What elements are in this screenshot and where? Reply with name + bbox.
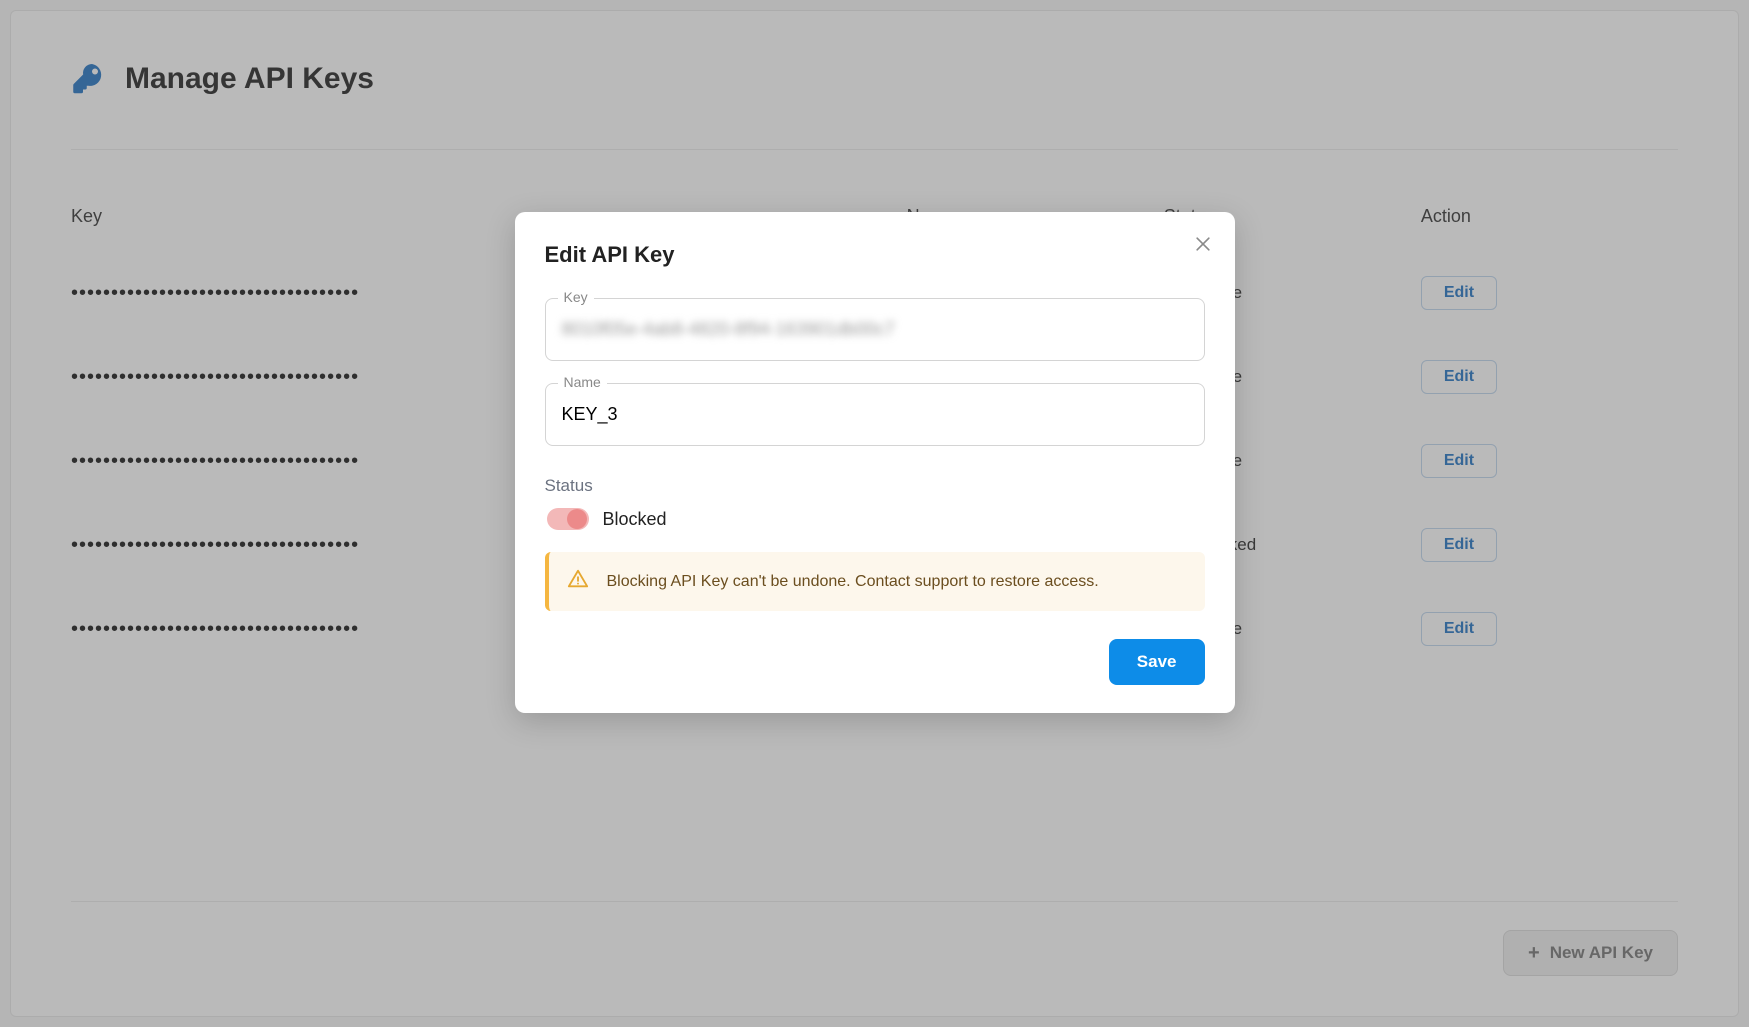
warning-banner: Blocking API Key can't be undone. Contac…	[545, 552, 1205, 611]
edit-api-key-modal: Edit API Key Key Name Status Blocked	[515, 212, 1235, 713]
toggle-thumb	[567, 509, 587, 529]
name-field-label: Name	[558, 374, 607, 390]
save-button[interactable]: Save	[1109, 639, 1205, 685]
status-section-label: Status	[545, 476, 1205, 496]
name-field: Name	[545, 383, 1205, 446]
warning-text: Blocking API Key can't be undone. Contac…	[607, 573, 1099, 591]
close-icon[interactable]	[1189, 230, 1217, 258]
modal-title: Edit API Key	[545, 242, 1205, 268]
modal-overlay[interactable]: Edit API Key Key Name Status Blocked	[0, 0, 1749, 1027]
warning-icon	[567, 568, 589, 595]
status-toggle[interactable]	[547, 508, 589, 530]
key-field: Key	[545, 298, 1205, 361]
status-toggle-label: Blocked	[603, 509, 667, 530]
key-input	[560, 299, 1190, 360]
name-input[interactable]	[560, 384, 1190, 445]
